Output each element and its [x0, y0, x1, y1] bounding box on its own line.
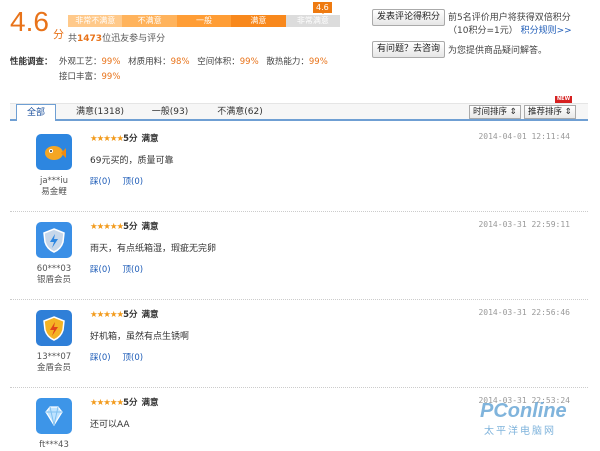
review-score: 5分: [123, 134, 138, 144]
tab-all[interactable]: 全部: [16, 104, 56, 121]
review-date: 2014-03-31 22:56:46: [478, 308, 570, 317]
star-icons: ★★★★★: [90, 134, 124, 144]
tab-neutral[interactable]: 一般(93): [138, 104, 202, 120]
review-actions: 踩(0) 顶(0): [90, 175, 155, 187]
like-link[interactable]: 顶(0): [123, 177, 144, 187]
watermark-subtitle: 太平洋电脑网: [484, 426, 556, 437]
quality-row: 外观工艺：99% 材质用料：98% 空间体积：99% 散热能力：99%: [59, 54, 333, 70]
reviewer-level: 银盾会员: [36, 275, 71, 285]
quality-value: 98%: [170, 57, 190, 67]
reviewer-info: ft***43: [28, 440, 80, 451]
quality-label: 散热能力：: [266, 57, 309, 67]
star-icons: ★★★★★: [90, 398, 124, 408]
count-number: 1473: [77, 34, 103, 44]
quality-value: 99%: [101, 57, 121, 67]
sort-by-time-button[interactable]: 时间排序 ⇕: [469, 105, 521, 119]
watermark-logo: PConline: [480, 400, 567, 422]
ask-question-button[interactable]: 有问题？去咨询: [372, 41, 446, 58]
review-rating: ★★★★★5分 满意: [90, 220, 159, 232]
quality-value: 99%: [239, 57, 259, 67]
new-badge: NEW: [555, 96, 573, 103]
rating-count: 共1473位迅友参与评分: [68, 31, 165, 44]
review-satisfaction: 满意: [141, 310, 159, 320]
score-marker: 4.6: [313, 2, 332, 14]
like-link[interactable]: 顶(0): [123, 353, 144, 363]
quality-label: 外观工艺：: [59, 57, 102, 67]
count-suffix: 位迅友参与评分: [102, 34, 166, 44]
review-actions: 踩(0) 顶(0): [90, 351, 155, 363]
reviewer-level: 金盾会员: [36, 363, 71, 373]
scale-label: 不满意: [122, 15, 177, 27]
goldfish-icon: [45, 146, 66, 160]
review-item: 13***07 金盾会员 ★★★★★5分 满意 2014-03-31 22:56:4…: [10, 300, 588, 388]
scale-label: 非常满意: [285, 15, 341, 27]
review-score: 5分: [123, 398, 138, 408]
ask-question-text: 为您提供商品疑问解答。: [448, 46, 548, 56]
tab-unsatisfied[interactable]: 不满意(62): [205, 104, 275, 120]
score-unit: 分: [53, 28, 64, 41]
review-rating: ★★★★★5分 满意: [90, 396, 159, 408]
reviewer-info: 13***07 金盾会员: [28, 352, 80, 374]
review-date: 2014-04-01 12:11:44: [478, 132, 570, 141]
post-review-button[interactable]: 发表评论得积分: [372, 9, 446, 26]
gold-shield-icon: [43, 316, 65, 341]
tab-satisfied[interactable]: 满意(1318): [65, 104, 135, 120]
review-satisfaction: 满意: [141, 398, 159, 408]
points-rules-link[interactable]: 积分规则>>: [521, 26, 572, 36]
dislike-link[interactable]: 踩(0): [90, 353, 111, 363]
reviewer-name[interactable]: ja***iu: [28, 176, 80, 187]
star-icons: ★★★★★: [90, 222, 124, 232]
count-prefix: 共: [68, 34, 78, 44]
quality-value: 99%: [308, 57, 328, 67]
dislike-link[interactable]: 踩(0): [90, 265, 111, 275]
review-score: 5分: [123, 222, 138, 232]
post-review-text: 前5名评价用户将获得双倍积分: [448, 13, 571, 23]
avatar[interactable]: [36, 134, 72, 170]
quality-label: 空间体积：: [197, 57, 240, 67]
review-item: 60***03 银盾会员 ★★★★★5分 满意 2014-03-31 22:59:1…: [10, 212, 588, 300]
review-satisfaction: 满意: [141, 134, 159, 144]
silver-shield-icon: [43, 228, 65, 253]
avatar[interactable]: [36, 222, 72, 258]
dislike-link[interactable]: 踩(0): [90, 177, 111, 187]
review-rating: ★★★★★5分 满意: [90, 132, 159, 144]
review-item: ja***iu 易金鲤 ★★★★★5分 满意 2014-04-01 12:11:44…: [10, 124, 588, 212]
like-link[interactable]: 顶(0): [123, 265, 144, 275]
sort-by-recommend-button[interactable]: 推荐排序 ⇕: [524, 105, 576, 119]
star-icons: ★★★★★: [90, 310, 124, 320]
review-satisfaction: 满意: [141, 222, 159, 232]
review-tabs: 全部 满意(1318) 一般(93) 不满意(62) 时间排序 ⇕ 推荐排序 ⇕: [10, 103, 588, 121]
review-text: 69元买的，质量可靠: [90, 156, 174, 166]
review-date: 2014-03-31 22:59:11: [478, 220, 570, 229]
reviewer-name[interactable]: 13***07: [28, 352, 80, 363]
review-text: 雨天，有点纸箱湿，瑕疵无完卵: [90, 244, 217, 254]
quality-row: 接口丰富：99%: [59, 69, 125, 85]
post-review-note: （10积分=1元） 积分规则>>: [448, 23, 572, 36]
reviewer-level: 易金鲤: [41, 187, 67, 197]
scale-label: 一般: [176, 15, 232, 27]
rating-scale: 非常不满意 不满意 一般 满意 非常满意: [68, 15, 341, 27]
reviewer-info: ja***iu 易金鲤: [28, 176, 80, 198]
review-text: 好机箱，虽然有点生锈啊: [90, 332, 190, 342]
scale-label: 满意: [231, 15, 286, 27]
reviewer-name[interactable]: 60***03: [28, 264, 80, 275]
review-rating: ★★★★★5分 满意: [90, 308, 159, 320]
quality-value: 99%: [101, 72, 121, 82]
quality-label: 接口丰富：: [59, 72, 102, 82]
review-actions: 踩(0) 顶(0): [90, 263, 155, 275]
scale-label: 非常不满意: [68, 15, 123, 27]
quality-label: 材质用料：: [128, 57, 171, 67]
avatar[interactable]: [36, 310, 72, 346]
reviewer-name[interactable]: ft***43: [28, 440, 80, 451]
score-value: 4.6: [10, 6, 49, 37]
avatar[interactable]: [36, 398, 72, 434]
review-score: 5分: [123, 310, 138, 320]
review-text: 还可以AA: [90, 420, 130, 430]
points-rate: （10积分=1元）: [448, 26, 518, 36]
reviewer-info: 60***03 银盾会员: [28, 264, 80, 286]
diamond-icon: [45, 406, 63, 427]
quality-title: 性能调查：: [10, 57, 53, 67]
